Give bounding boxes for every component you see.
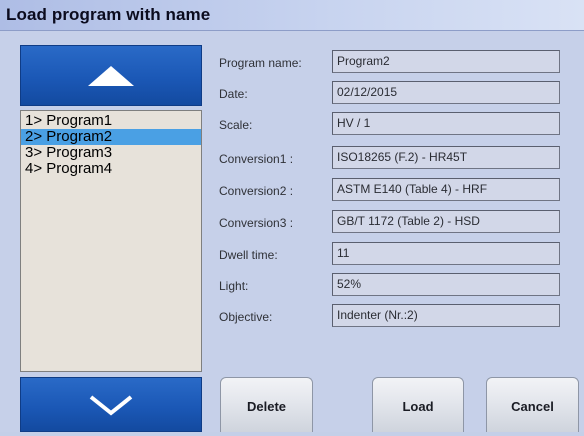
dialog-title: Load program with name (6, 5, 211, 24)
conversion2-field: ASTM E140 (Table 4) - HRF (332, 178, 560, 201)
objective-label: Objective: (219, 310, 273, 324)
list-item-program2[interactable]: 2> Program2 (21, 129, 201, 145)
program-name-label: Program name: (219, 56, 302, 70)
cancel-button[interactable]: Cancel (486, 377, 579, 432)
list-item-program4[interactable]: 4> Program4 (21, 161, 201, 177)
date-field: 02/12/2015 (332, 81, 560, 104)
conversion3-label: Conversion3 : (219, 216, 294, 230)
program-list[interactable]: 1> Program1 2> Program2 3> Program3 4> P… (20, 110, 202, 372)
program-name-field: Program2 (332, 50, 560, 73)
conversion2-label: Conversion2 : (219, 184, 294, 198)
date-label: Date: (219, 87, 248, 101)
scale-field: HV / 1 (332, 112, 560, 135)
conversion1-field: ISO18265 (F.2) - HR45T (332, 146, 560, 169)
list-item-program1[interactable]: 1> Program1 (21, 113, 201, 129)
load-button[interactable]: Load (372, 377, 464, 432)
load-program-dialog: Load program with name 1> Program1 2> Pr… (0, 0, 584, 432)
objective-field: Indenter (Nr.:2) (332, 304, 560, 327)
scroll-down-button[interactable] (20, 377, 202, 432)
scroll-up-button[interactable] (20, 45, 202, 106)
scale-label: Scale: (219, 118, 253, 132)
conversion1-label: Conversion1 : (219, 152, 294, 166)
light-label: Light: (219, 279, 249, 293)
chevron-down-icon (89, 394, 133, 416)
conversion3-field: GB/T 1172 (Table 2) - HSD (332, 210, 560, 233)
dwell-time-field: 11 (332, 242, 560, 265)
dwell-time-label: Dwell time: (219, 248, 278, 262)
triangle-up-icon (88, 65, 134, 86)
delete-button[interactable]: Delete (220, 377, 313, 432)
title-bar: Load program with name (0, 0, 584, 31)
list-item-program3[interactable]: 3> Program3 (21, 145, 201, 161)
light-field: 52% (332, 273, 560, 296)
